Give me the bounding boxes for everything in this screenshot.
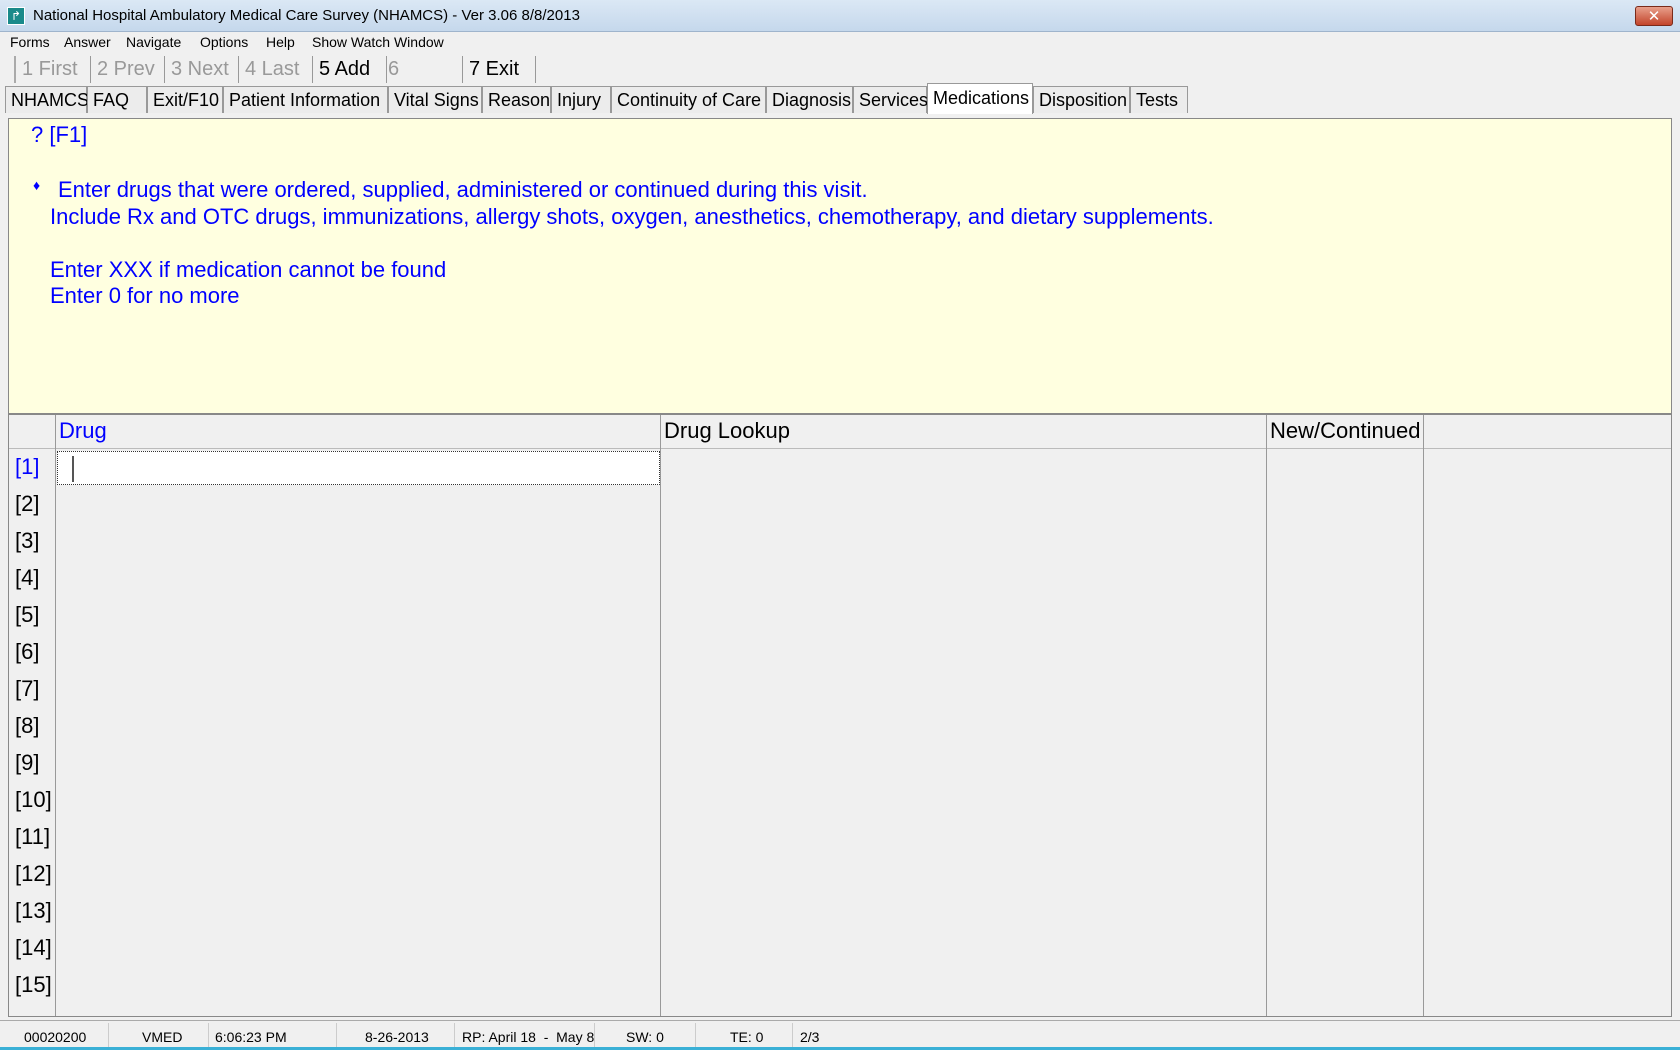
first-button[interactable]: 1 First <box>14 56 91 83</box>
menu-help[interactable]: Help <box>266 34 295 50</box>
menu-navigate[interactable]: Navigate <box>126 34 181 50</box>
row-label: [9] <box>15 750 40 775</box>
row-label: [3] <box>15 528 40 553</box>
row-label: [12] <box>15 861 52 886</box>
tab-bar: NHAMCS FAQ Exit/F10 Patient Information … <box>0 83 1680 114</box>
row-label: [8] <box>15 713 40 738</box>
tab-services[interactable]: Services <box>853 86 928 113</box>
tab-disposition[interactable]: Disposition <box>1033 86 1130 113</box>
tab-medications[interactable]: Medications <box>927 83 1033 114</box>
status-page: 2/3 <box>800 1029 820 1045</box>
row-label: [5] <box>15 602 40 627</box>
status-date: 8-26-2013 <box>365 1029 429 1045</box>
close-button[interactable]: ✕ <box>1635 6 1673 26</box>
row-label: [15] <box>15 972 52 997</box>
row-label: [4] <box>15 565 40 590</box>
row-label: [10] <box>15 787 52 812</box>
app-icon: ↱ <box>7 7 25 25</box>
row-label: [14] <box>15 935 52 960</box>
status-sw: SW: 0 <box>626 1029 664 1045</box>
tab-reason[interactable]: Reason <box>482 86 551 113</box>
status-id: 00020200 <box>24 1029 87 1045</box>
prev-button[interactable]: 2 Prev <box>91 56 165 83</box>
exit-button[interactable]: 7 Exit <box>463 56 536 83</box>
status-bar: 00020200 VMED 6:06:23 PM 8-26-2013 RP: A… <box>0 1020 1680 1050</box>
tab-diagnosis[interactable]: Diagnosis <box>766 86 853 113</box>
tab-vital-signs[interactable]: Vital Signs <box>388 86 482 113</box>
row-label: [13] <box>15 898 52 923</box>
tab-nhamcs[interactable]: NHAMCS <box>5 86 89 113</box>
help-link[interactable]: ? [F1] <box>31 122 87 148</box>
row-label: [7] <box>15 676 40 701</box>
row-label: [11] <box>15 824 51 849</box>
column-header-drug-lookup: Drug Lookup <box>664 418 790 443</box>
status-time: 6:06:23 PM <box>215 1029 287 1045</box>
tab-tests[interactable]: Tests <box>1130 86 1188 113</box>
status-te: TE: 0 <box>730 1029 764 1045</box>
column-header-drug: Drug <box>59 418 107 443</box>
tab-exit-f10[interactable]: Exit/F10 <box>147 86 223 113</box>
menu-answer[interactable]: Answer <box>64 34 111 50</box>
drug-input[interactable] <box>57 451 660 485</box>
medications-grid: Drug Drug Lookup New/Continued [1] [2] [3]… <box>8 414 1672 1017</box>
bullet-icon: ♦ <box>33 177 41 193</box>
row-label: [2] <box>15 491 40 516</box>
next-button[interactable]: 3 Next <box>165 56 239 83</box>
row-label: [6] <box>15 639 40 664</box>
tab-patient-information[interactable]: Patient Information <box>223 86 388 113</box>
column-header-new-continued: New/Continued <box>1270 418 1421 443</box>
menu-bar: Forms Answer Navigate Options Help Show … <box>0 32 1680 54</box>
menu-show-watch-window[interactable]: Show Watch Window <box>312 34 444 50</box>
menu-options[interactable]: Options <box>200 34 248 50</box>
status-reporting-period: RP: April 18 - May 8 <box>462 1029 595 1045</box>
instruction-line-2: Include Rx and OTC drugs, immunizations,… <box>50 204 1214 229</box>
question-panel: ? [F1] ♦ Enter drugs that were ordered, … <box>8 118 1672 414</box>
window-title: National Hospital Ambulatory Medical Car… <box>33 7 580 24</box>
instruction-line-1: Enter drugs that were ordered, supplied,… <box>58 177 868 202</box>
row-label: [1] <box>15 454 40 479</box>
menu-forms[interactable]: Forms <box>10 34 50 50</box>
status-user: VMED <box>142 1029 183 1045</box>
tab-continuity-of-care[interactable]: Continuity of Care <box>611 86 766 113</box>
instruction-line-4: Enter 0 for no more <box>50 283 240 308</box>
last-button[interactable]: 4 Last <box>239 56 313 83</box>
delete-button[interactable]: 6 Delete <box>387 56 463 107</box>
tab-faq[interactable]: FAQ <box>87 86 147 113</box>
tab-injury[interactable]: Injury <box>551 86 611 113</box>
add-button[interactable]: 5 Add <box>313 56 387 83</box>
title-bar: ↱ National Hospital Ambulatory Medical C… <box>0 0 1680 32</box>
instruction-line-3: Enter XXX if medication cannot be found <box>50 257 447 282</box>
